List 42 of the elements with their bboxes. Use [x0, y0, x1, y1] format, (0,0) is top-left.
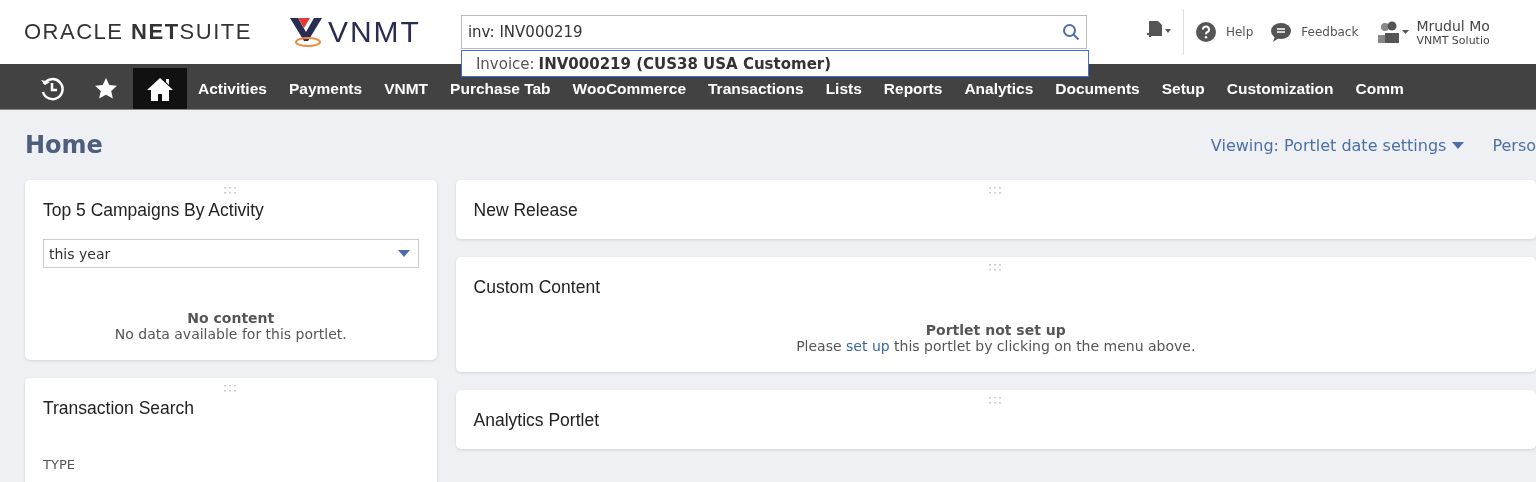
drag-handle-icon[interactable]: [222, 384, 239, 392]
feedback-link[interactable]: Feedback: [1301, 25, 1359, 39]
field-label: TYPE: [43, 457, 76, 472]
dropdown-caret-icon: [397, 250, 410, 257]
drag-handle-icon[interactable]: [987, 263, 1004, 271]
company-logo: VNMT: [327, 15, 421, 49]
setup-link[interactable]: set up: [846, 338, 890, 354]
empty-message: Please set up this portlet by clicking on the menu above.: [795, 338, 1197, 354]
portlet-title: Transaction Search: [43, 398, 196, 419]
date-range-select[interactable]: this year: [43, 239, 419, 268]
user-company: VNMT Solutio: [1416, 33, 1490, 47]
nav-menu-item[interactable]: Setup: [1150, 68, 1216, 109]
portlet-title: Analytics Portlet: [473, 410, 600, 431]
empty-message: No data available for this portlet.: [113, 326, 348, 342]
drag-handle-icon[interactable]: [987, 186, 1004, 194]
vnmt-logo-icon: [287, 15, 324, 49]
nav-menu-item[interactable]: Payments: [277, 68, 374, 109]
chat-bubble-icon: [1271, 22, 1292, 42]
user-roles-icon: [1376, 21, 1411, 43]
search-icon: [1061, 23, 1080, 41]
portlet-title: New Release: [473, 200, 579, 221]
nav-menu-item[interactable]: Activities: [187, 68, 278, 109]
nav-menu-item[interactable]: Customization: [1215, 68, 1345, 109]
empty-title: Portlet not set up: [924, 322, 1067, 338]
oracle-netsuite-logo: ORACLE NETSUITE: [24, 19, 252, 45]
portlet-title: Top 5 Campaigns By Activity: [43, 200, 265, 221]
nav-menu-item[interactable]: Comm: [1344, 68, 1415, 109]
search-suggestion-dropdown[interactable]: Invoice: INV000219 (CUS38 USA Customer): [460, 50, 1089, 77]
user-name[interactable]: Mrudul Mo: [1416, 17, 1490, 34]
viewing-settings-dropdown[interactable]: Viewing: Portlet date settings: [1210, 135, 1465, 155]
caret-icon: [1452, 141, 1465, 149]
page-title: Home: [25, 131, 104, 159]
personalize-link[interactable]: Perso: [1492, 135, 1536, 155]
global-search-field[interactable]: inv: INV000219: [460, 15, 1087, 49]
nav-menu-item[interactable]: VNMT: [373, 68, 440, 109]
drag-handle-icon[interactable]: [222, 186, 239, 194]
empty-title: No content: [186, 310, 276, 326]
help-link[interactable]: Help: [1225, 25, 1254, 39]
home-icon[interactable]: [133, 68, 187, 109]
drag-handle-icon[interactable]: [987, 396, 1004, 404]
help-icon: [1195, 22, 1216, 42]
portlet-title: Custom Content: [473, 277, 601, 298]
